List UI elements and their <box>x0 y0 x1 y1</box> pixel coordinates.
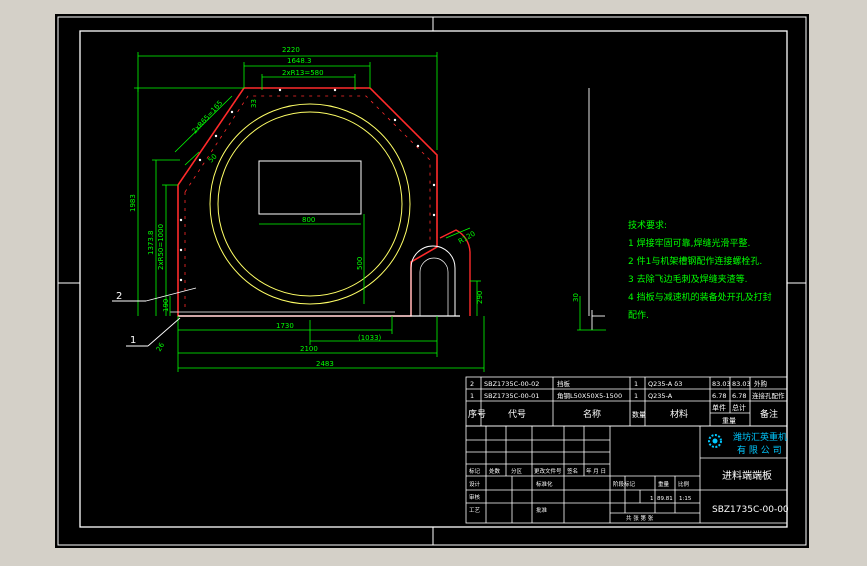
dim-500: 500 <box>356 257 364 270</box>
lbl-sheets: 共 张 第 张 <box>626 514 654 522</box>
dim-290: 290 <box>476 291 484 304</box>
part-1-note: 连接孔配作 <box>752 391 785 400</box>
lbl-mark: 标记 <box>469 467 481 475</box>
part-2-qty: 1 <box>634 380 638 388</box>
lbl-approve: 批准 <box>536 506 548 514</box>
dim-1000: 2xR50=1000 <box>157 224 165 270</box>
lbl-signature: 签名 <box>567 467 578 475</box>
dim-1730: 1730 <box>276 322 294 330</box>
lbl-check: 审核 <box>469 493 481 501</box>
part-1-qty: 1 <box>634 392 638 400</box>
part-1-no: 1 <box>470 392 474 400</box>
hdr-unit: 单件 <box>712 403 726 412</box>
part-2-note: 外购 <box>754 379 768 388</box>
lbl-standard: 标准化 <box>536 480 553 488</box>
lbl-weight: 重量 <box>658 480 670 488</box>
part-2-material: Q235-A δ3 <box>648 380 682 388</box>
callout-2: 2 <box>116 291 122 302</box>
dim-2100: 2100 <box>300 345 318 353</box>
company-line2: 有 限 公 司 <box>737 444 782 456</box>
tech-req-1: 1 焊接牢固可靠,焊缝光滑平整. <box>628 237 750 249</box>
lbl-zone: 分区 <box>511 467 523 475</box>
dim-33: 33 <box>250 99 258 108</box>
val-scale: 1:15 <box>679 496 692 502</box>
hdr-weight: 重量 <box>722 417 736 425</box>
cad-drawing: 2220 1648.3 2xR13=580 1983 1373.8 2xR50=… <box>55 14 809 548</box>
hdr-total: 总计 <box>732 403 746 412</box>
dim-1648: 1648.3 <box>287 57 312 65</box>
part-2-total-wt: 83.03 <box>732 380 751 388</box>
part-1-total-wt: 6.78 <box>732 392 746 400</box>
hdr-code: 代号 <box>508 409 526 420</box>
lbl-stage: 阶段标记 <box>613 480 636 488</box>
dim-1033: (1033) <box>358 334 382 342</box>
dim-30: 30 <box>572 293 580 302</box>
tech-req-title: 技术要求: <box>628 219 667 231</box>
part-1-material: Q235-A <box>648 392 673 400</box>
hdr-qty: 数量 <box>632 410 646 419</box>
tech-req-5: 配作. <box>628 309 649 321</box>
part-2-code: SBZ1735C-00-02 <box>484 380 539 388</box>
part-1-unit-wt: 6.78 <box>712 392 726 400</box>
val-weight: 89.81 <box>657 496 673 502</box>
part-2-name: 挡板 <box>557 379 571 388</box>
hdr-no: 序号 <box>468 408 486 420</box>
lbl-qty: 处数 <box>489 467 501 475</box>
hdr-name: 名称 <box>583 408 601 420</box>
part-2-unit-wt: 83.03 <box>712 380 731 388</box>
dim-2220: 2220 <box>282 46 300 54</box>
drawing-name: 进料端端板 <box>722 469 772 482</box>
dim-2483: 2483 <box>316 360 334 368</box>
tech-req-4: 4 挡板与减速机的装备处开孔及打封 <box>628 291 772 303</box>
tech-req-2: 2 件1与机架槽钢配作连接螺栓孔. <box>628 255 762 267</box>
dim-800: 800 <box>302 216 315 224</box>
lbl-date: 年 月 日 <box>586 467 606 475</box>
tech-req-3: 3 去除飞边毛刺及焊缝夹渣等. <box>628 273 747 285</box>
dim-1983: 1983 <box>129 194 137 212</box>
part-1-name: 角钢L50X50X5-1500 <box>557 391 622 400</box>
drawing-number: SBZ1735C-00-00 <box>712 505 789 515</box>
hdr-material: 材料 <box>670 408 688 420</box>
lbl-design: 设计 <box>469 480 481 488</box>
lbl-scale: 比例 <box>678 480 690 488</box>
dim-1373: 1373.8 <box>147 231 155 256</box>
part-1-code: SBZ1735C-00-01 <box>484 392 539 400</box>
hdr-note: 备注 <box>760 408 778 420</box>
part-2-no: 2 <box>470 380 474 388</box>
callout-1: 1 <box>130 335 136 346</box>
lbl-process: 工艺 <box>469 507 481 514</box>
company-line1: 潍坊汇英重机 <box>733 431 787 443</box>
cad-viewport[interactable]: 2220 1648.3 2xR13=580 1983 1373.8 2xR50=… <box>0 0 867 562</box>
lbl-change: 更改文件号 <box>534 467 562 475</box>
dim-580: 2xR13=580 <box>282 69 324 77</box>
dim-190: 190 <box>162 299 170 312</box>
val-count: 1 <box>650 496 654 502</box>
